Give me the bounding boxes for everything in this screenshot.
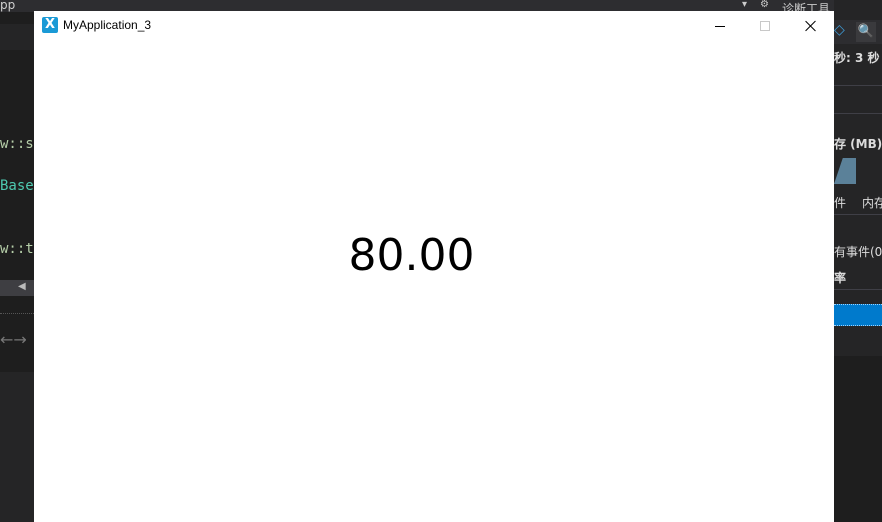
divider bbox=[834, 85, 882, 86]
divider bbox=[834, 289, 882, 290]
minimize-button[interactable] bbox=[697, 11, 743, 41]
code-line: Base bbox=[0, 178, 34, 194]
memory-label: 存 (MB) bbox=[834, 137, 882, 151]
editor-tab-bar bbox=[0, 24, 34, 50]
selected-row[interactable] bbox=[834, 304, 882, 326]
gear-icon[interactable]: ⚙ bbox=[760, 0, 769, 10]
diamond-icon[interactable]: ◇ bbox=[834, 22, 845, 38]
close-button[interactable] bbox=[788, 11, 834, 41]
tab-events[interactable]: 件 bbox=[834, 194, 846, 211]
divider bbox=[834, 214, 882, 215]
horizontal-scrollbar[interactable]: ◀ bbox=[0, 280, 34, 296]
memory-graph bbox=[834, 158, 856, 184]
code-line: w::s bbox=[0, 136, 34, 152]
tab-memory[interactable]: 内存 bbox=[862, 194, 882, 211]
divider bbox=[834, 113, 882, 114]
close-icon bbox=[805, 20, 817, 32]
ide-menu-text[interactable]: pp bbox=[0, 0, 15, 12]
rate-label: 率 bbox=[834, 271, 847, 285]
xamarin-x-icon: X bbox=[42, 17, 58, 33]
diagnostic-tools-panel: ◇ 🔍 秒: 3 秒 存 (MB) 件 内存 有事件(0 个 率 bbox=[834, 0, 882, 522]
zoom-icon[interactable]: 🔍 bbox=[856, 22, 876, 42]
diagnostic-toolbar: ◇ 🔍 bbox=[834, 20, 882, 44]
window-content bbox=[34, 41, 834, 522]
scroll-left-icon[interactable]: ◀ bbox=[18, 281, 26, 292]
value-display: 80.00 bbox=[348, 230, 475, 281]
window-title: MyApplication_3 bbox=[63, 18, 152, 32]
session-timer: 秒: 3 秒 bbox=[834, 51, 880, 65]
maximize-icon bbox=[760, 21, 770, 31]
maximize-button[interactable] bbox=[742, 11, 788, 41]
output-panel bbox=[0, 372, 34, 522]
diagnostic-lower-area bbox=[834, 356, 882, 522]
navigation-arrows-icon[interactable]: ←→ bbox=[0, 330, 27, 349]
panel-splitter[interactable] bbox=[0, 313, 34, 317]
window-titlebar[interactable]: X MyApplication_3 bbox=[34, 11, 834, 41]
minimize-icon bbox=[715, 25, 725, 27]
dropdown-icon[interactable]: ▾ bbox=[742, 0, 747, 10]
events-summary: 有事件(0 个 bbox=[834, 245, 882, 259]
